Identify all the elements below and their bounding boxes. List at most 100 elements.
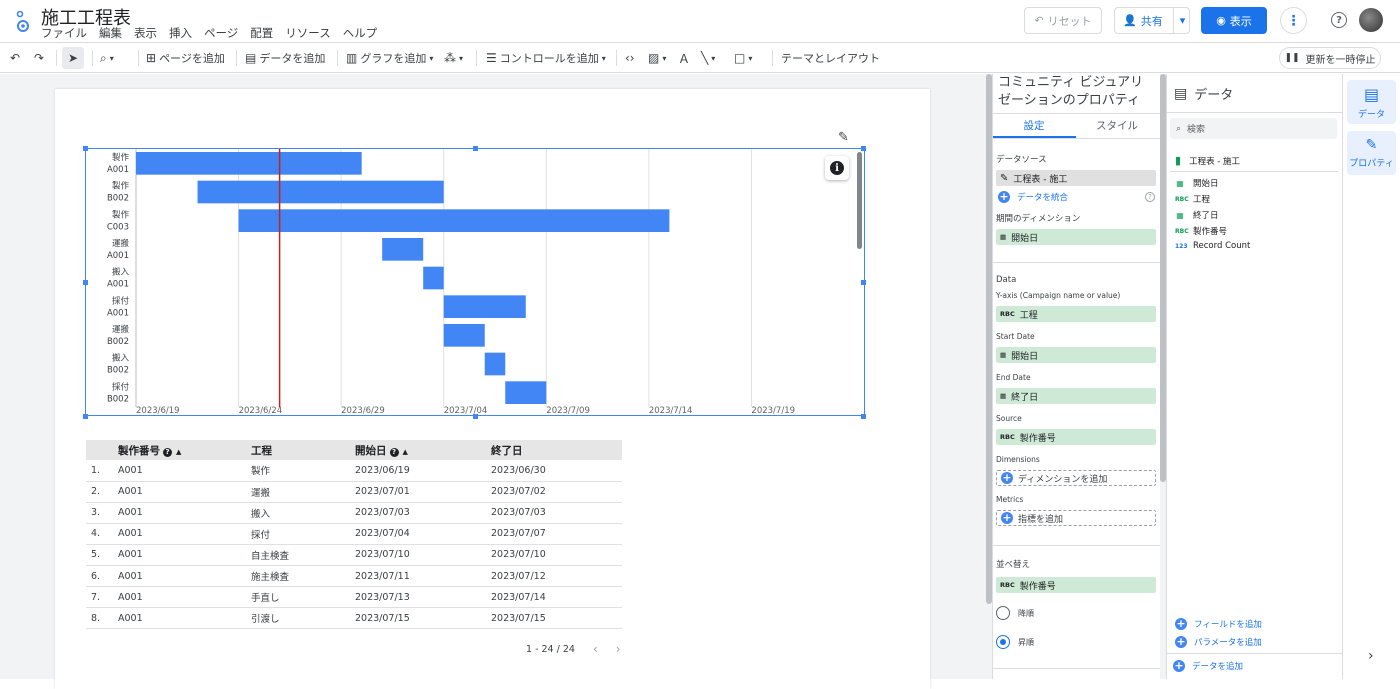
share-dropdown-icon[interactable]: ▾ [1173,8,1191,33]
add-dimension-button[interactable]: + ディメンションを追加 [996,470,1156,486]
image-icon[interactable]: ▨ ▾ [648,49,666,67]
add-field-link[interactable]: + フィールドを追加 [1175,618,1262,630]
avatar[interactable] [1359,8,1383,32]
datasource-item[interactable]: ▮ 工程表 - 施工 [1175,154,1240,167]
menu-edit[interactable]: 編集 [99,25,122,41]
table-row[interactable]: 7. A001 手直し 2023/07/13 2023/07/14 [86,586,622,609]
field-name: 製作番号 [1193,227,1228,237]
add-metric-button[interactable]: + 指標を追加 [996,510,1156,526]
menu-page[interactable]: ページ [204,25,238,41]
sort-field-chip[interactable]: RBC 製作番号 [996,577,1156,593]
field-item[interactable]: ▦ 終了日 [1175,209,1218,222]
table-row[interactable]: 4. A001 採付 2023/07/04 2023/07/07 [86,523,622,545]
line-icon[interactable]: ╲ ▾ [701,49,715,67]
menu-resource[interactable]: リソース [285,25,330,41]
info-icon[interactable]: i [825,156,849,180]
cell-serial: A001 [118,607,251,630]
select-pointer-icon[interactable]: ➤ [62,47,84,69]
field-item[interactable]: 123 Record Count [1175,241,1250,251]
add-page-button[interactable]: ⊞ ページを追加 [146,49,225,67]
col-header-serial[interactable]: 製作番号? ▲ [118,440,251,460]
table-row[interactable]: 3. A001 搬入 2023/07/03 2023/07/03 [86,502,622,524]
resize-handle[interactable] [473,146,478,151]
resize-handle[interactable] [83,414,88,419]
resize-handle[interactable] [473,414,478,419]
date-dimension-chip[interactable]: ▦ 開始日 [996,229,1156,245]
rail-data-button[interactable]: ▤ データ [1347,80,1396,124]
community-viz-icon[interactable]: ⁂ ▾ [444,49,463,67]
embed-code-icon[interactable]: ‹› [625,49,635,67]
blend-data-link[interactable]: + データを統合 [998,191,1068,203]
undo-icon[interactable]: ↶ [10,49,20,67]
more-options-icon[interactable]: ⋮ [1280,7,1307,34]
prev-page-icon[interactable]: ‹ [593,642,598,656]
resize-handle[interactable] [83,280,88,285]
table-row[interactable]: 8. A001 引渡し 2023/07/15 2023/07/15 [86,607,622,630]
share-button[interactable]: 👤 共有 ▾ [1114,7,1190,34]
source-chip[interactable]: RBC 製作番号 [996,429,1156,445]
help-icon[interactable]: ? [1145,192,1155,202]
theme-layout-button[interactable]: テーマとレイアウト [781,49,880,67]
menu-arrange[interactable]: 配置 [250,25,273,41]
view-button[interactable]: ◉ 表示 [1201,7,1267,34]
field-item[interactable]: RBC 工程 [1175,193,1210,205]
add-chart-button[interactable]: ▥ グラフを追加 ▾ [346,49,433,67]
col-header-end[interactable]: 終了日 [491,440,622,460]
resize-handle[interactable] [861,146,866,151]
sort-desc-radio[interactable] [996,606,1010,620]
resize-handle[interactable] [861,414,866,419]
pencil-edit-icon[interactable]: ✎ [838,130,849,145]
menu-insert[interactable]: 挿入 [169,25,192,41]
eye-icon: ◉ [1216,14,1226,27]
shape-icon[interactable]: □ ▾ [734,49,752,67]
end-date-chip[interactable]: ▦ 終了日 [996,388,1156,404]
data-panel-title: ▤ データ [1174,85,1234,104]
pencil-icon[interactable]: ✎ [1000,173,1008,184]
plus-icon: + [1001,471,1013,484]
field-item[interactable]: RBC 製作番号 [1175,225,1227,237]
search-icon: ⌕ [1176,123,1182,134]
start-date-chip[interactable]: ▦ 開始日 [996,347,1156,363]
datasource-chip[interactable]: ✎ 工程表 - 施工 [996,170,1156,186]
text-type-icon: RBC [1000,310,1015,318]
zoom-icon[interactable]: ⌕ ▾ [100,49,114,67]
looker-studio-logo-icon[interactable] [12,8,32,34]
chart-scrollbar[interactable] [857,152,862,249]
field-search-input[interactable]: ⌕ 検索 [1170,118,1337,139]
table-row[interactable]: 2. A001 運搬 2023/07/01 2023/07/02 [86,481,622,503]
field-item[interactable]: ▦ 開始日 [1175,177,1218,190]
reset-button[interactable]: ↶ リセット [1024,7,1102,34]
table-row[interactable]: 1. A001 製作 2023/06/19 2023/06/30 [86,460,622,482]
cell-end: 2023/07/12 [491,565,622,588]
chevron-right-icon[interactable]: › [1368,648,1374,664]
add-data-link[interactable]: + データを追加 [1173,660,1243,672]
menu-help[interactable]: ヘルプ [343,25,378,41]
menu-view[interactable]: 表示 [134,25,157,41]
redo-icon[interactable]: ↷ [34,49,44,67]
tab-style[interactable]: スタイル [1076,118,1158,133]
table-row[interactable]: 6. A001 施主検査 2023/07/11 2023/07/12 [86,565,622,588]
help-icon[interactable]: ? [1331,12,1347,28]
y-label-serial: C003 [107,222,129,232]
next-page-icon[interactable]: › [616,642,621,656]
col-header-start[interactable]: 開始日? ▲ [355,440,491,460]
tab-setup[interactable]: 設定 [993,118,1075,133]
pause-update-button[interactable]: ❚❚ 更新を一時停止 [1279,47,1381,69]
add-page-icon: ⊞ [146,51,157,65]
sort-asc-radio[interactable] [996,635,1010,649]
help-icon[interactable]: ? [163,447,172,457]
col-header-process[interactable]: 工程 [251,440,355,460]
resize-handle[interactable] [861,280,866,285]
text-icon[interactable]: Ａ [678,49,690,67]
menu-file[interactable]: ファイル [41,25,87,41]
add-data-button[interactable]: ▤ データを追加 [245,49,325,67]
table-row[interactable]: 5. A001 自主検査 2023/07/10 2023/07/10 [86,544,622,566]
gantt-chart[interactable]: 2023/6/19 2023/6/24 2023/6/29 2023/7/04 2023… [85,148,865,416]
resize-handle[interactable] [83,146,88,151]
sheets-icon: ▮ [1175,154,1182,167]
rail-properties-button[interactable]: ✎ プロパティ [1347,131,1396,175]
add-control-button[interactable]: ☰ コントロールを追加 ▾ [486,49,606,67]
help-icon[interactable]: ? [389,447,399,457]
yaxis-chip[interactable]: RBC 工程 [996,306,1156,322]
add-parameter-link[interactable]: + パラメータを追加 [1175,636,1262,648]
